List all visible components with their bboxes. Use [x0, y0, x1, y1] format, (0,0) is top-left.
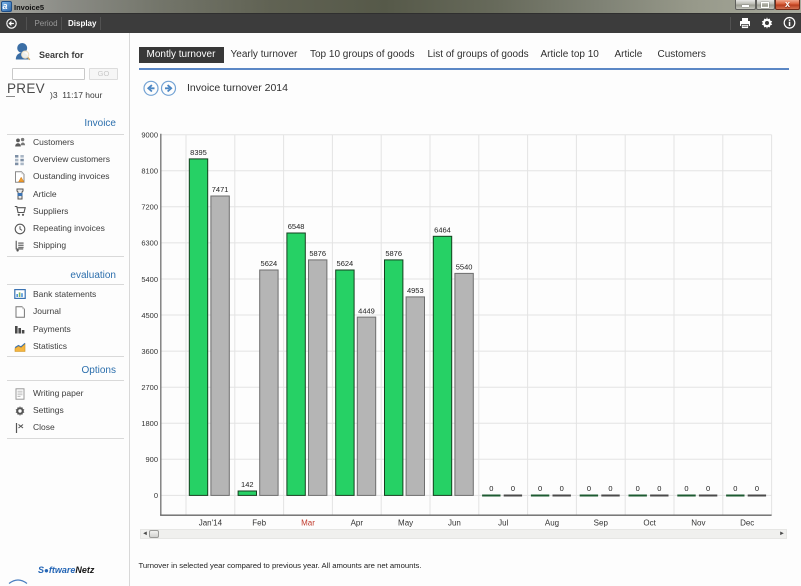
svg-text:0: 0 [538, 484, 542, 493]
svg-text:7471: 7471 [212, 185, 229, 194]
svg-text:4449: 4449 [358, 306, 375, 315]
svg-text:Jan'14: Jan'14 [199, 519, 223, 528]
svg-text:Apr: Apr [351, 519, 364, 528]
svg-text:8100: 8100 [141, 167, 158, 176]
svg-text:5876: 5876 [309, 249, 326, 258]
svg-text:9000: 9000 [141, 131, 158, 140]
svg-text:6464: 6464 [434, 226, 451, 235]
svg-text:0: 0 [560, 484, 564, 493]
svg-text:6300: 6300 [141, 239, 158, 248]
svg-text:0: 0 [587, 484, 591, 493]
svg-text:Jul: Jul [498, 519, 508, 528]
svg-text:5624: 5624 [261, 259, 278, 268]
svg-text:7200: 7200 [141, 203, 158, 212]
svg-text:May: May [398, 519, 413, 528]
svg-text:0: 0 [755, 484, 759, 493]
svg-text:0: 0 [706, 484, 710, 493]
svg-text:5540: 5540 [456, 263, 473, 272]
svg-text:0: 0 [657, 484, 661, 493]
svg-text:Jun: Jun [448, 519, 461, 528]
svg-text:0: 0 [489, 484, 493, 493]
svg-text:1800: 1800 [141, 419, 158, 428]
svg-text:5876: 5876 [385, 249, 402, 258]
svg-text:2700: 2700 [141, 383, 158, 392]
svg-text:6548: 6548 [288, 222, 305, 231]
svg-text:3600: 3600 [141, 347, 158, 356]
svg-text:142: 142 [241, 480, 254, 489]
svg-text:5624: 5624 [337, 259, 354, 268]
svg-text:8395: 8395 [190, 148, 207, 157]
svg-text:0: 0 [733, 484, 737, 493]
svg-text:Dec: Dec [740, 519, 754, 528]
svg-text:Mar: Mar [301, 519, 315, 528]
svg-text:Feb: Feb [252, 519, 266, 528]
svg-text:Sep: Sep [594, 519, 609, 528]
svg-text:0: 0 [636, 484, 640, 493]
svg-text:0: 0 [154, 491, 158, 500]
svg-text:4500: 4500 [141, 311, 158, 320]
svg-text:5400: 5400 [141, 275, 158, 284]
svg-text:900: 900 [145, 455, 158, 464]
svg-text:0: 0 [608, 484, 612, 493]
svg-text:0: 0 [684, 484, 688, 493]
svg-text:Oct: Oct [643, 519, 656, 528]
svg-text:0: 0 [511, 484, 515, 493]
svg-text:4953: 4953 [407, 286, 424, 295]
svg-text:Aug: Aug [545, 519, 559, 528]
svg-text:Nov: Nov [691, 519, 705, 528]
